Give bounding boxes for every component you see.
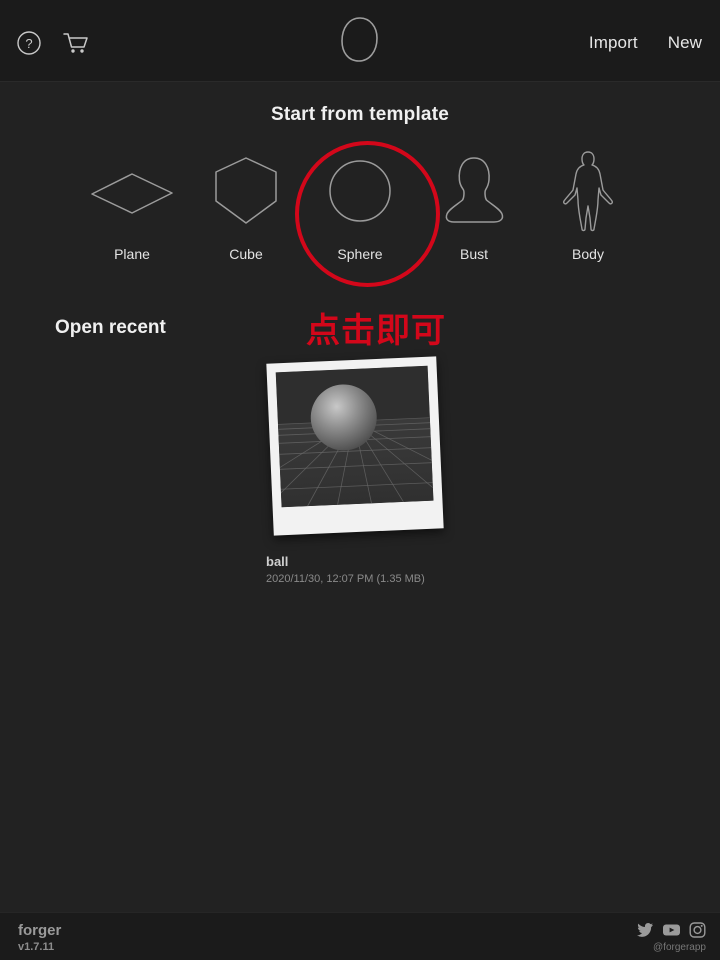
template-label: Bust [459,246,488,262]
recent-file-meta: 2020/11/30, 12:07 PM (1.35 MB) [266,573,425,585]
template-label: Cube [229,246,263,262]
click-annotation-text: 点击即可 [306,311,446,351]
template-label: Sphere [337,246,383,262]
template-item-plane[interactable]: Plane [75,148,189,262]
app-version: v1.7.11 [18,941,55,953]
template-label: Plane [114,246,150,262]
social-handle: @forgerapp [653,942,706,953]
template-item-bust[interactable]: Bust [417,148,531,262]
youtube-icon[interactable] [662,922,681,938]
header-right-actions: Import New [589,33,702,53]
header-left-actions: ? [16,30,90,56]
app-name: forger [18,922,62,939]
bust-shape-icon [417,148,531,234]
sphere-shape-icon [303,148,417,234]
svg-text:?: ? [25,36,32,51]
cube-shape-icon [189,148,303,234]
templates-section: Start from template Plane Cube Sphere Bu… [0,82,720,262]
template-label: Body [572,246,604,262]
recent-file-name: ball [266,554,289,569]
recent-files-list: ball 2020/11/30, 12:07 PM (1.35 MB) [0,356,720,585]
recent-thumbnail[interactable] [266,356,452,540]
template-list: Plane Cube Sphere Bust Body [0,148,720,262]
template-item-sphere[interactable]: Sphere [303,148,417,262]
footer-social: @forgerapp [637,922,706,953]
templates-heading: Start from template [270,104,449,125]
body-shape-icon [531,148,645,234]
footer-app-info: forger v1.7.11 [18,922,62,954]
recent-file-item[interactable]: ball 2020/11/30, 12:07 PM (1.35 MB) [260,356,460,585]
help-circle-icon[interactable]: ? [16,30,42,56]
social-icon-list [637,922,706,938]
sphere-on-grid-render [275,365,434,508]
twitter-icon[interactable] [637,922,654,938]
new-button[interactable]: New [668,33,702,53]
forger-blob-logo [337,14,383,66]
plane-shape-icon [75,148,189,234]
template-item-cube[interactable]: Cube [189,148,303,262]
top-bar: ? Import New [0,0,720,82]
shopping-cart-icon[interactable] [62,30,90,56]
import-button[interactable]: Import [589,33,638,53]
polaroid-frame [266,356,444,536]
instagram-icon[interactable] [689,922,706,938]
template-item-body[interactable]: Body [531,148,645,262]
open-recent-heading: Open recent [55,317,166,338]
footer-bar: forger v1.7.11 @forgerapp [0,912,720,960]
